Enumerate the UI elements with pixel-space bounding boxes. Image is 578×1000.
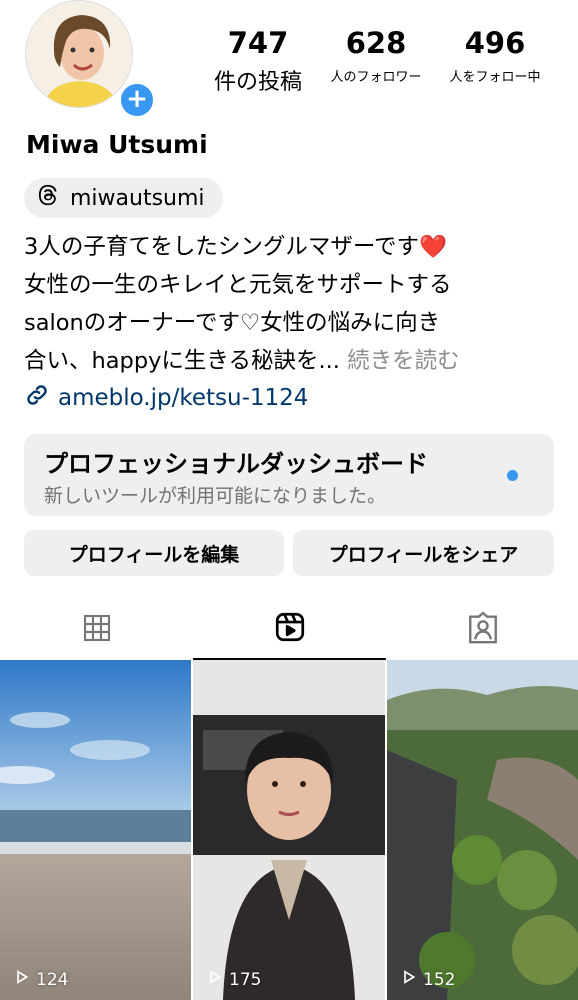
reel-thumbnail[interactable]: 152 <box>387 660 578 1000</box>
reels-icon <box>273 610 307 648</box>
view-count: 152 <box>401 969 455 990</box>
posts-count: 747 <box>227 26 289 60</box>
play-icon <box>14 969 30 990</box>
following-count: 496 <box>464 26 526 60</box>
read-more-link[interactable]: 続きを読む <box>347 348 460 374</box>
view-count-text: 152 <box>423 969 456 990</box>
bio-line: salonのオーナーです♡女性の悩みに向き <box>24 304 556 342</box>
threads-handle: miwautsumi <box>70 185 205 211</box>
tagged-icon <box>466 611 500 649</box>
professional-dashboard[interactable]: プロフェッショナルダッシュボード 新しいツールが利用可能になりました。 <box>24 434 554 516</box>
bio-line-text: 合い、happyに生きる秘訣を... <box>24 348 340 374</box>
beach-image <box>0 660 191 1000</box>
bio-line: 3人の子育てをしたシングルマザーです❤️ <box>24 234 448 260</box>
followers-stat[interactable]: 628 人のフォロワー <box>322 26 430 85</box>
reel-thumbnail[interactable]: 175 <box>193 660 385 1000</box>
website-link[interactable]: ameblo.jp/ketsu-1124 <box>24 382 308 414</box>
posts-label: 件の投稿 <box>213 70 302 95</box>
view-count: 124 <box>14 969 68 990</box>
tab-tagged[interactable] <box>386 600 578 660</box>
link-icon <box>24 382 50 414</box>
avatar[interactable] <box>25 0 133 108</box>
bio-line: 女性の一生のキレイと元気をサポートする <box>24 272 452 298</box>
following-stat[interactable]: 496 人をフォロー中 <box>440 26 550 85</box>
bio-line: 合い、happyに生きる秘訣を... 続きを読む <box>24 342 556 380</box>
garden-image <box>387 660 578 1000</box>
add-story-button[interactable]: + <box>117 80 157 120</box>
profile-header: + 747 件の投稿 628 人のフォロワー 496 人をフォロー中 <box>0 0 578 125</box>
view-count-text: 124 <box>36 969 69 990</box>
bio: 3人の子育てをしたシングルマザーです❤️ 女性の一生のキレイと元気をサポートする… <box>24 228 556 380</box>
website-link-text: ameblo.jp/ketsu-1124 <box>58 385 309 411</box>
followers-count: 628 <box>345 26 407 60</box>
share-profile-button[interactable]: プロフィールをシェア <box>293 530 554 576</box>
view-count: 175 <box>207 969 261 990</box>
followers-label: 人のフォロワー <box>330 70 422 85</box>
edit-profile-button[interactable]: プロフィールを編集 <box>24 530 284 576</box>
plus-icon: + <box>126 84 148 114</box>
view-count-text: 175 <box>229 969 262 990</box>
avatar-wrap[interactable]: + <box>23 0 157 120</box>
bio-line-text: salonのオーナーです♡女性の悩みに向き <box>24 310 441 336</box>
profile-name: Miwa Utsumi <box>26 130 208 159</box>
selfie-image <box>193 660 385 1000</box>
following-label: 人をフォロー中 <box>449 70 541 85</box>
threads-link[interactable]: miwautsumi <box>24 178 223 218</box>
posts-stat[interactable]: 747 件の投稿 <box>206 26 310 96</box>
dashboard-subtitle: 新しいツールが利用可能になりました。 <box>44 485 387 507</box>
reels-grid: 124 175 152 <box>0 660 578 1000</box>
tab-posts-grid[interactable] <box>0 600 193 660</box>
play-icon <box>207 969 223 990</box>
grid-icon <box>81 612 113 648</box>
tab-reels[interactable] <box>193 600 386 660</box>
notification-dot <box>507 470 518 481</box>
dashboard-title: プロフェッショナルダッシュボード <box>44 450 428 478</box>
play-icon <box>401 969 417 990</box>
threads-icon <box>38 184 60 212</box>
reel-thumbnail[interactable]: 124 <box>0 660 191 1000</box>
profile-tabs <box>0 600 578 660</box>
